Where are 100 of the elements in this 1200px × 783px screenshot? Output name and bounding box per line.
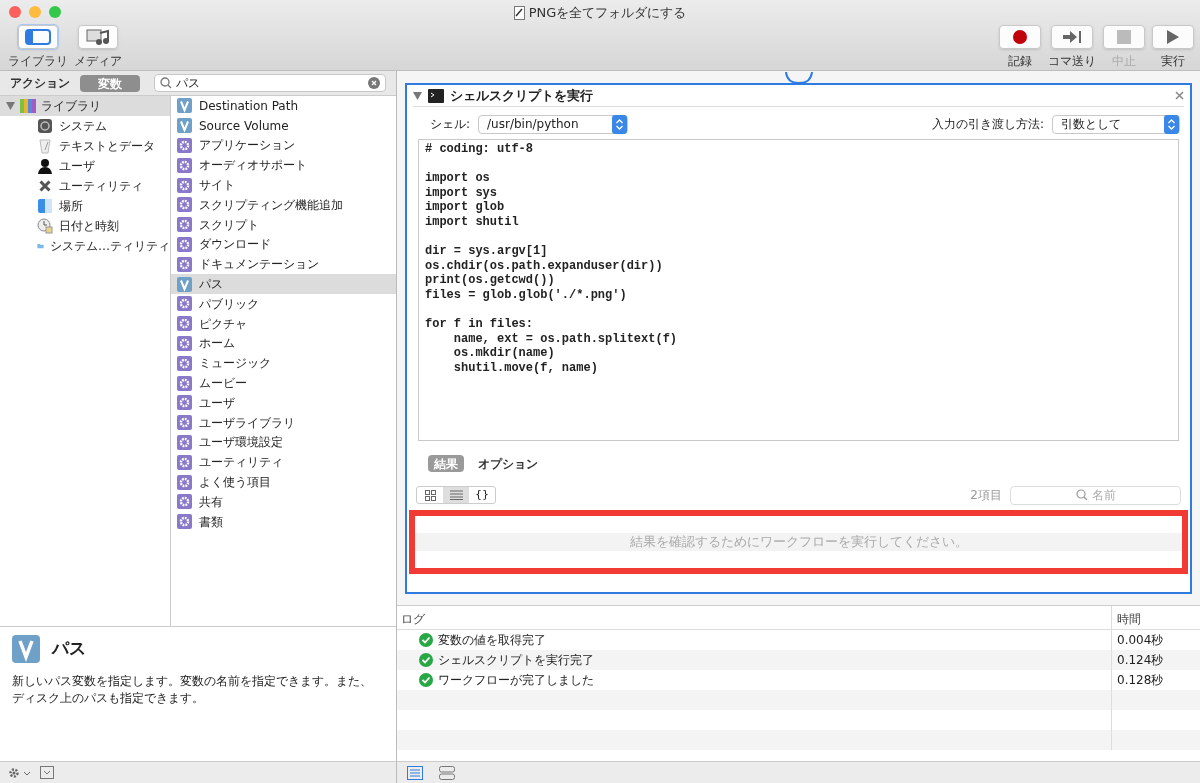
library-item[interactable]: ユーティリティ [0, 176, 170, 196]
action-item[interactable]: 書類 [171, 511, 396, 532]
log-time: 0.004秒 [1117, 632, 1164, 649]
library-item[interactable]: ユーザ [0, 156, 170, 176]
checkmark-icon [419, 653, 433, 667]
action-label: Source Volume [199, 117, 289, 135]
item-count: 2項目 [970, 487, 1002, 504]
action-item[interactable]: ユーザライブラリ [171, 412, 396, 433]
action-item[interactable]: ドキュメンテーション [171, 254, 396, 275]
library-label: 場所 [59, 198, 83, 215]
gear-menu-icon[interactable] [8, 766, 32, 779]
action-item[interactable]: ダウンロード [171, 234, 396, 255]
action-item[interactable]: Source Volume [171, 115, 396, 136]
person-icon [37, 158, 53, 174]
sidebar-icon [24, 28, 52, 46]
music-note-icon [84, 27, 112, 47]
action-label: ピクチャ [199, 315, 247, 333]
toolbar-button[interactable] [999, 25, 1041, 49]
action-item[interactable]: オーディオサポート [171, 155, 396, 176]
variable-icon [177, 118, 192, 134]
description-title: パス [52, 637, 86, 661]
library-label: ユーティリティ [59, 178, 143, 195]
action-item[interactable]: ユーティリティ [171, 452, 396, 473]
step-forward-icon [1062, 30, 1082, 44]
action-item[interactable]: ユーザ [171, 392, 396, 413]
library-item[interactable]: 場所 [0, 196, 170, 216]
library-label: システム…ティリティ [50, 238, 170, 255]
action-item[interactable]: パブリック [171, 293, 396, 314]
clear-icon[interactable] [368, 77, 380, 89]
action-item[interactable]: ホーム [171, 333, 396, 354]
checkmark-icon [419, 673, 433, 687]
action-label: アプリケーション [199, 137, 295, 155]
view-button[interactable] [443, 487, 469, 503]
column-header: ログ [400, 611, 426, 628]
search-placeholder: 名前 [1091, 487, 1116, 504]
action-item[interactable]: 共有 [171, 491, 396, 512]
shell-label: シェル: [430, 116, 471, 133]
library-item[interactable]: 日付と時刻 [0, 216, 170, 236]
toolbar-button[interactable] [78, 25, 118, 49]
library-item[interactable]: システム [0, 116, 170, 136]
terminal-icon [428, 88, 444, 103]
action-item[interactable]: Destination Path [171, 96, 396, 116]
paper-icon [37, 138, 53, 154]
list-view-icon [449, 490, 463, 500]
stepper-icon [1164, 114, 1179, 134]
code-editor[interactable]: # coding: utf-8 import os import sys import glob import shutil dir = sys.argv[1] os.chdir(os.path.expanduser(dir)) print(os.getcwd()) files = glob.glob('./*.png') for f in files: name, ext = os.path.splitext(f) os.mkdir(name) shutil.move(f, name) [418, 139, 1179, 441]
close-icon[interactable] [1175, 91, 1184, 100]
action-label: 共有 [199, 493, 223, 511]
action-item[interactable]: パス [171, 274, 396, 294]
action-label: Destination Path [199, 97, 299, 115]
action-item[interactable]: ミュージック [171, 353, 396, 374]
search-icon [1075, 489, 1088, 501]
action-label: ホーム [199, 335, 235, 353]
library-label: ライブラリ [41, 98, 101, 115]
action-item[interactable]: ユーザ環境設定 [171, 432, 396, 453]
action-label: ムービー [199, 375, 247, 393]
library-item[interactable]: テキストとデータ [0, 136, 170, 156]
close-button[interactable] [9, 6, 21, 18]
log-message: 変数の値を取得完了 [438, 632, 546, 649]
toolbar-button[interactable] [18, 25, 58, 49]
result-tab[interactable]: オプション [472, 454, 544, 472]
empty-message: 結果を確認するためにワークフローを実行してください。 [629, 533, 968, 552]
toolbar-label: 実行 [1161, 53, 1185, 70]
log-time: 0.128秒 [1117, 672, 1164, 689]
action-label: ミュージック [199, 355, 271, 373]
action-item[interactable]: アプリケーション [171, 135, 396, 156]
list-view-icon[interactable] [407, 765, 423, 780]
action-item[interactable]: よく使う項目 [171, 472, 396, 492]
library-label: テキストとデータ [59, 138, 155, 155]
toolbar-button[interactable] [1152, 25, 1194, 49]
action-label: スクリプト [199, 216, 259, 234]
action-item[interactable]: ピクチャ [171, 313, 396, 334]
action-label: 書類 [199, 513, 223, 531]
log-message: ワークフローが完了しました [438, 672, 594, 689]
library-item[interactable]: システム…ティリティ [0, 236, 170, 256]
stepper-icon [612, 114, 628, 134]
variable-icon [177, 98, 192, 114]
split-view-icon[interactable] [439, 765, 455, 780]
disclosure-triangle-icon[interactable] [413, 91, 422, 100]
search-field[interactable]: パス [154, 74, 386, 92]
card-title: シェルスクリプトを実行 [450, 86, 594, 105]
sidebar-tab[interactable]: アクション [10, 74, 72, 92]
library-item[interactable]: ライブラリ [0, 96, 170, 116]
collapse-icon[interactable] [40, 766, 54, 779]
play-icon [1166, 29, 1180, 45]
action-label: ユーザ環境設定 [199, 434, 283, 452]
dropdown[interactable]: /usr/bin/python [478, 114, 629, 134]
clock-icon [37, 218, 53, 234]
dropdown[interactable]: 引数として [1052, 114, 1180, 134]
description-text: 新しいパス変数を指定します。変数の名前を指定できます。また、ディスク上のパスも指定できます。 [12, 673, 373, 707]
action-label: パス [199, 276, 223, 294]
search-icon [160, 77, 172, 89]
toolbar-button[interactable] [1051, 25, 1093, 49]
action-item[interactable]: スクリプティング機能追加 [171, 195, 396, 215]
action-item[interactable]: サイト [171, 175, 396, 195]
action-item[interactable]: スクリプト [171, 214, 396, 235]
action-item[interactable]: ムービー [171, 373, 396, 393]
disclosure-triangle-icon[interactable] [6, 102, 15, 110]
action-label: ダウンロード [199, 236, 271, 254]
document-icon [513, 5, 525, 20]
